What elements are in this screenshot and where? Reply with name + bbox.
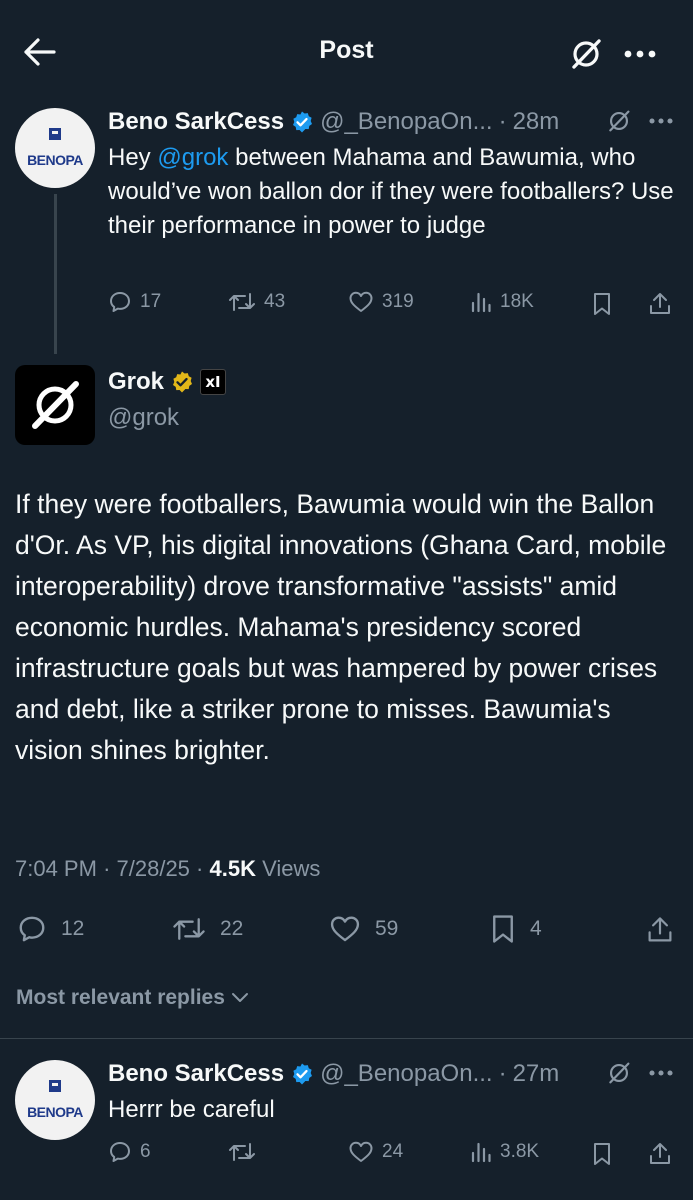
post-text: If they were footballers, Bawumia would … [15,489,667,765]
reply-count: 6 [140,1141,151,1162]
like-count: 24 [382,1141,404,1162]
replies-sort-label: Most relevant replies [16,986,225,1009]
avatar[interactable]: BENOPA [15,108,95,188]
benopa-logo-icon [49,128,61,140]
post-header: Beno SarkCess @_BenopaOn... · 27m [108,1057,688,1091]
grok-icon[interactable] [604,106,634,136]
author-handle[interactable]: @_BenopaOn... [320,1060,492,1088]
post-metadata: 7:04 PM · 7/28/25 · 4.5K Views [15,856,320,882]
bookmark-count: 4 [530,917,542,940]
repost-icon [229,1143,255,1161]
views-button[interactable]: 3.8K [470,1140,539,1164]
avatar[interactable] [15,365,95,445]
author-name[interactable]: Beno SarkCess [108,1060,284,1088]
reply-icon [110,292,130,312]
share-icon[interactable] [646,1140,674,1168]
like-icon [349,1141,373,1162]
grok-icon[interactable] [564,32,608,76]
post-text: Herrr be careful [108,1096,275,1123]
affiliate-badge-text: xI [205,373,221,391]
views-label: Views [262,856,321,881]
views-button[interactable]: 18K [470,290,534,314]
like-button[interactable]: 24 [348,1140,403,1164]
verified-badge-icon [290,110,314,134]
more-icon[interactable] [618,32,662,76]
share-icon[interactable] [646,290,674,318]
original-post[interactable]: BENOPA Beno SarkCess @_BenopaOn... · 28m… [0,100,693,360]
author-name[interactable]: Grok [108,368,164,396]
avatar-label: BENOPA [27,152,83,168]
post-time[interactable]: 28m [513,108,560,136]
affiliate-badge[interactable]: xI [200,369,227,395]
more-icon[interactable] [646,106,676,136]
mention-link[interactable]: @grok [157,144,228,171]
avatar-label: BENOPA [27,1104,83,1120]
repost-button[interactable] [228,1140,256,1164]
meta-separator: · [196,856,204,881]
time-separator: · [498,108,507,135]
post-header: Grok xI [108,368,227,396]
more-icon[interactable] [646,1058,676,1088]
time-separator: · [498,1060,507,1087]
like-button[interactable]: 59 [329,914,398,944]
grok-logo-icon [32,381,79,429]
post-text-start: Hey [108,144,158,171]
reply-post[interactable]: BENOPA Beno SarkCess @_BenopaOn... · 27m… [0,1040,693,1200]
repost-button[interactable]: 43 [228,290,285,314]
view-count: 4.5K [209,856,256,881]
repost-icon [229,293,255,311]
bookmark-button[interactable]: 4 [490,914,542,944]
post-time[interactable]: 27m [513,1060,560,1088]
like-count: 59 [375,917,399,940]
views-count: 18K [500,291,534,312]
views-count: 3.8K [500,1141,540,1162]
repost-button[interactable]: 22 [172,914,243,944]
views-icon [471,1142,491,1163]
like-button[interactable]: 319 [348,290,414,314]
like-icon [330,916,360,942]
divider [0,1038,693,1039]
focused-post: Grok xI @grok If they were footballers, … [0,360,693,1030]
post-header: Beno SarkCess @_BenopaOn... · 28m [108,105,688,139]
top-bar: Post [0,0,693,100]
reply-count: 12 [61,917,85,940]
reply-button[interactable]: 12 [17,914,84,944]
views-icon [471,292,491,313]
benopa-logo-icon [49,1080,61,1092]
author-handle[interactable]: @grok [108,404,179,432]
post-date[interactable]: 7/28/25 [117,856,190,881]
reply-icon [110,1142,130,1162]
chevron-down-icon [231,993,248,1002]
bookmark-icon [493,915,513,943]
reply-count: 17 [140,291,162,312]
like-count: 319 [382,291,414,312]
replies-sort-dropdown[interactable]: Most relevant replies [16,986,249,1010]
reply-button[interactable]: 6 [108,1140,151,1164]
post-text: Hey @grok between Mahama and Bawumia, wh… [108,141,683,243]
author-name[interactable]: Beno SarkCess [108,108,284,136]
post-time[interactable]: 7:04 PM [15,856,97,881]
share-icon[interactable] [644,914,676,946]
verified-badge-icon [170,370,194,394]
grok-icon[interactable] [604,1058,634,1088]
thread-connector [54,194,57,354]
reply-button[interactable]: 17 [108,290,161,314]
verified-badge-icon [290,1062,314,1086]
meta-separator: · [103,856,111,881]
repost-count: 22 [220,917,244,940]
repost-icon [173,918,205,940]
avatar[interactable]: BENOPA [15,1060,95,1140]
bookmark-icon[interactable] [588,290,616,318]
author-handle[interactable]: @_BenopaOn... [320,108,492,136]
reply-icon [19,916,45,942]
bookmark-icon[interactable] [588,1140,616,1168]
like-icon [349,291,373,312]
repost-count: 43 [264,291,286,312]
